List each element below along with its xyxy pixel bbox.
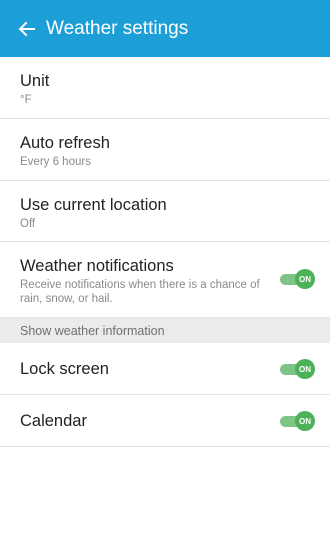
app-bar: Weather settings	[0, 0, 330, 57]
lock-screen-toggle[interactable]: ON	[280, 359, 315, 379]
weather-notifications-label: Weather notifications	[20, 257, 174, 275]
current-location-label: Use current location	[20, 196, 167, 214]
unit-setting[interactable]: Unit °F	[0, 57, 330, 119]
weather-settings-screen: Weather settings Unit °F Auto refresh Ev…	[0, 0, 330, 560]
lock-screen-label: Lock screen	[20, 359, 109, 378]
calendar-setting[interactable]: Calendar ON	[0, 395, 330, 447]
auto-refresh-label: Auto refresh	[20, 134, 110, 152]
calendar-toggle[interactable]: ON	[280, 411, 315, 431]
weather-notifications-description: Receive notifications when there is a ch…	[20, 279, 260, 305]
toggle-knob: ON	[295, 359, 315, 379]
calendar-label: Calendar	[20, 411, 87, 430]
page-title: Weather settings	[46, 17, 189, 39]
toggle-knob: ON	[295, 269, 315, 289]
current-location-value: Off	[20, 218, 36, 230]
auto-refresh-value: Every 6 hours	[20, 156, 91, 168]
unit-label: Unit	[20, 72, 50, 90]
section-header-show-weather-info: Show weather information	[0, 318, 330, 343]
arrow-left-icon[interactable]	[16, 18, 38, 40]
toggle-knob: ON	[295, 411, 315, 431]
unit-value: °F	[20, 94, 32, 106]
auto-refresh-setting[interactable]: Auto refresh Every 6 hours	[0, 119, 330, 181]
weather-notifications-toggle[interactable]: ON	[280, 269, 315, 289]
weather-notifications-setting[interactable]: Weather notifications Receive notificati…	[0, 242, 330, 318]
current-location-setting[interactable]: Use current location Off	[0, 181, 330, 242]
lock-screen-setting[interactable]: Lock screen ON	[0, 343, 330, 395]
